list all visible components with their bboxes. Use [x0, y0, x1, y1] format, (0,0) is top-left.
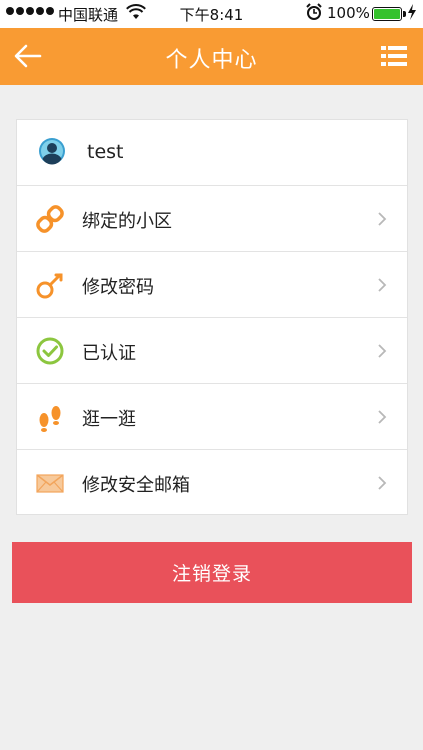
alarm-icon	[306, 3, 322, 25]
profile-menu-card: test 绑定的小区 修改密码 已认证 逛一逛 修改安全邮箱	[16, 119, 408, 515]
chevron-right-icon	[377, 277, 387, 293]
menu-item-label: 逛一逛	[82, 409, 136, 430]
nav-bar: 个人中心	[0, 28, 423, 85]
username: test	[87, 141, 124, 163]
status-bar: 中国联通 下午8:41 100%	[0, 0, 423, 28]
chevron-right-icon	[377, 343, 387, 359]
envelope-icon	[35, 468, 65, 498]
footprints-icon	[35, 402, 65, 432]
list-menu-icon[interactable]	[381, 45, 407, 67]
menu-item-label: 修改密码	[82, 277, 154, 298]
logout-label: 注销登录	[171, 563, 252, 585]
battery-icon	[372, 7, 406, 21]
battery-percent: 100%	[327, 4, 370, 22]
chevron-right-icon	[377, 409, 387, 425]
check-circle-icon	[35, 336, 65, 366]
chevron-right-icon	[377, 475, 387, 491]
menu-item-label: 修改安全邮箱	[82, 475, 190, 496]
page-title: 个人中心	[165, 48, 258, 73]
chevron-right-icon	[377, 211, 387, 227]
menu-item-label: 已认证	[82, 343, 136, 364]
charging-icon	[407, 4, 417, 24]
avatar-icon	[38, 137, 66, 165]
menu-item-change-email[interactable]: 修改安全邮箱	[17, 450, 407, 516]
menu-item-browse[interactable]: 逛一逛	[17, 384, 407, 450]
user-profile-row[interactable]: test	[17, 120, 407, 186]
menu-item-label: 绑定的小区	[82, 211, 172, 232]
link-icon	[35, 204, 65, 234]
key-icon	[35, 270, 65, 300]
logout-button[interactable]: 注销登录	[12, 542, 412, 603]
menu-item-bound-community[interactable]: 绑定的小区	[17, 186, 407, 252]
menu-item-verified[interactable]: 已认证	[17, 318, 407, 384]
menu-item-change-password[interactable]: 修改密码	[17, 252, 407, 318]
